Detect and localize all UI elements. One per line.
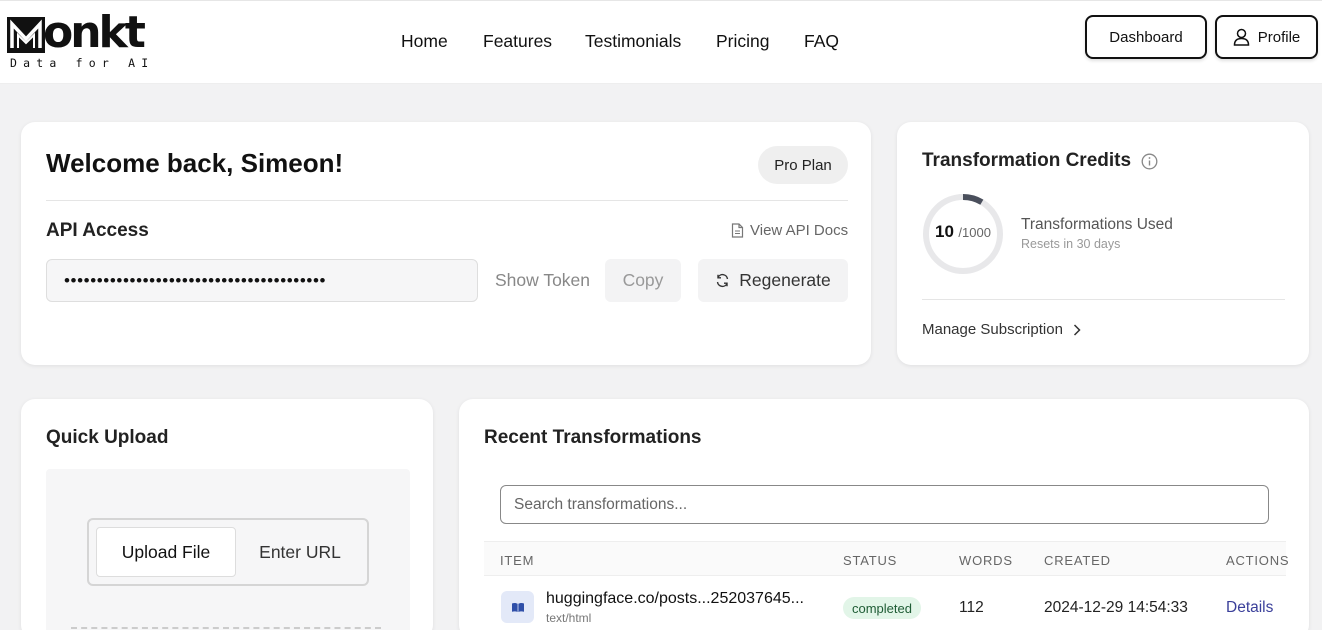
api-token-field[interactable]: ••••••••••••••••••••••••••••••••••••••••: [46, 259, 478, 302]
recent-transformations-card: Recent Transformations ITEM STATUS WORDS…: [459, 399, 1309, 630]
nav-link-pricing[interactable]: Pricing: [716, 31, 770, 52]
book-icon: [501, 591, 534, 623]
recent-transformations-heading: Recent Transformations: [484, 427, 702, 448]
show-token-button[interactable]: Show Token: [495, 270, 590, 291]
column-header-status[interactable]: STATUS: [843, 553, 897, 568]
upload-dropzone[interactable]: Upload File Enter URL: [46, 469, 410, 630]
divider: [46, 200, 848, 201]
manage-subscription-link[interactable]: Manage Subscription: [922, 321, 1081, 338]
chevron-right-icon: [1073, 323, 1081, 336]
profile-button-label: Profile: [1257, 28, 1301, 46]
column-header-actions: ACTIONS: [1226, 553, 1290, 568]
words-count: 112: [959, 599, 984, 616]
manage-subscription-label: Manage Subscription: [922, 321, 1063, 338]
welcome-card: Welcome back, Simeon! Pro Plan API Acces…: [21, 122, 871, 365]
dashboard-button[interactable]: Dashboard: [1085, 15, 1207, 59]
table-row[interactable]: huggingface.co/posts...252037645... text…: [484, 577, 1286, 630]
user-icon: [1233, 28, 1249, 46]
quick-upload-heading: Quick Upload: [46, 427, 169, 448]
copy-token-button[interactable]: Copy: [605, 259, 681, 302]
nav-link-testimonials[interactable]: Testimonials: [585, 31, 681, 52]
table-header: ITEM STATUS WORDS CREATED ACTIONS: [484, 541, 1290, 576]
nav-link-faq[interactable]: FAQ: [804, 31, 839, 52]
quick-upload-card: Quick Upload Upload File Enter URL: [21, 399, 433, 630]
upload-file-tab[interactable]: Upload File: [96, 527, 236, 577]
divider: [922, 299, 1285, 300]
profile-button[interactable]: Profile: [1215, 15, 1318, 59]
created-timestamp: 2024-12-29 14:54:33: [1044, 599, 1188, 616]
nav-link-home[interactable]: Home: [401, 31, 448, 52]
api-access-heading: API Access: [46, 220, 149, 241]
enter-url-tab[interactable]: Enter URL: [239, 527, 361, 577]
view-api-docs-label: View API Docs: [750, 222, 849, 239]
status-badge: completed: [843, 597, 921, 619]
column-header-created[interactable]: CREATED: [1044, 553, 1111, 568]
plan-badge: Pro Plan: [758, 146, 848, 184]
regenerate-token-button[interactable]: Regenerate: [698, 259, 848, 302]
details-link[interactable]: Details: [1226, 599, 1273, 617]
credits-heading-label: Transformation Credits: [922, 150, 1132, 171]
search-transformations-input[interactable]: [500, 485, 1269, 524]
credits-ring-value: 10 /1000: [922, 222, 1004, 242]
document-icon: [731, 223, 744, 238]
dropzone-border: [71, 627, 381, 629]
transformations-used-label: Transformations Used: [1021, 216, 1173, 233]
top-navbar: onkt Data for AI Home Features Testimoni…: [0, 0, 1322, 84]
transformation-item-name[interactable]: huggingface.co/posts...252037645...: [546, 590, 804, 608]
column-header-item[interactable]: ITEM: [500, 553, 534, 568]
credits-card: Transformation Credits 10 /1000 Transfor…: [897, 122, 1309, 365]
reset-label: Resets in 30 days: [1021, 237, 1121, 251]
column-header-words[interactable]: WORDS: [959, 553, 1013, 568]
welcome-title: Welcome back, Simeon!: [46, 148, 344, 178]
credits-used-count: 10: [935, 222, 954, 241]
upload-mode-toggle: Upload File Enter URL: [87, 518, 369, 586]
regenerate-label: Regenerate: [739, 270, 831, 290]
nav-link-features[interactable]: Features: [483, 31, 552, 52]
credits-total: /1000: [958, 225, 991, 240]
credits-usage-arc: [962, 194, 984, 205]
info-icon[interactable]: [1141, 153, 1158, 170]
logo-tagline: Data for AI: [10, 56, 155, 70]
credits-heading: Transformation Credits: [922, 150, 1158, 172]
transformation-item-type: text/html: [546, 611, 592, 625]
dashboard-button-label: Dashboard: [1109, 28, 1183, 46]
refresh-icon: [717, 273, 729, 288]
view-api-docs-link[interactable]: View API Docs: [731, 222, 848, 239]
